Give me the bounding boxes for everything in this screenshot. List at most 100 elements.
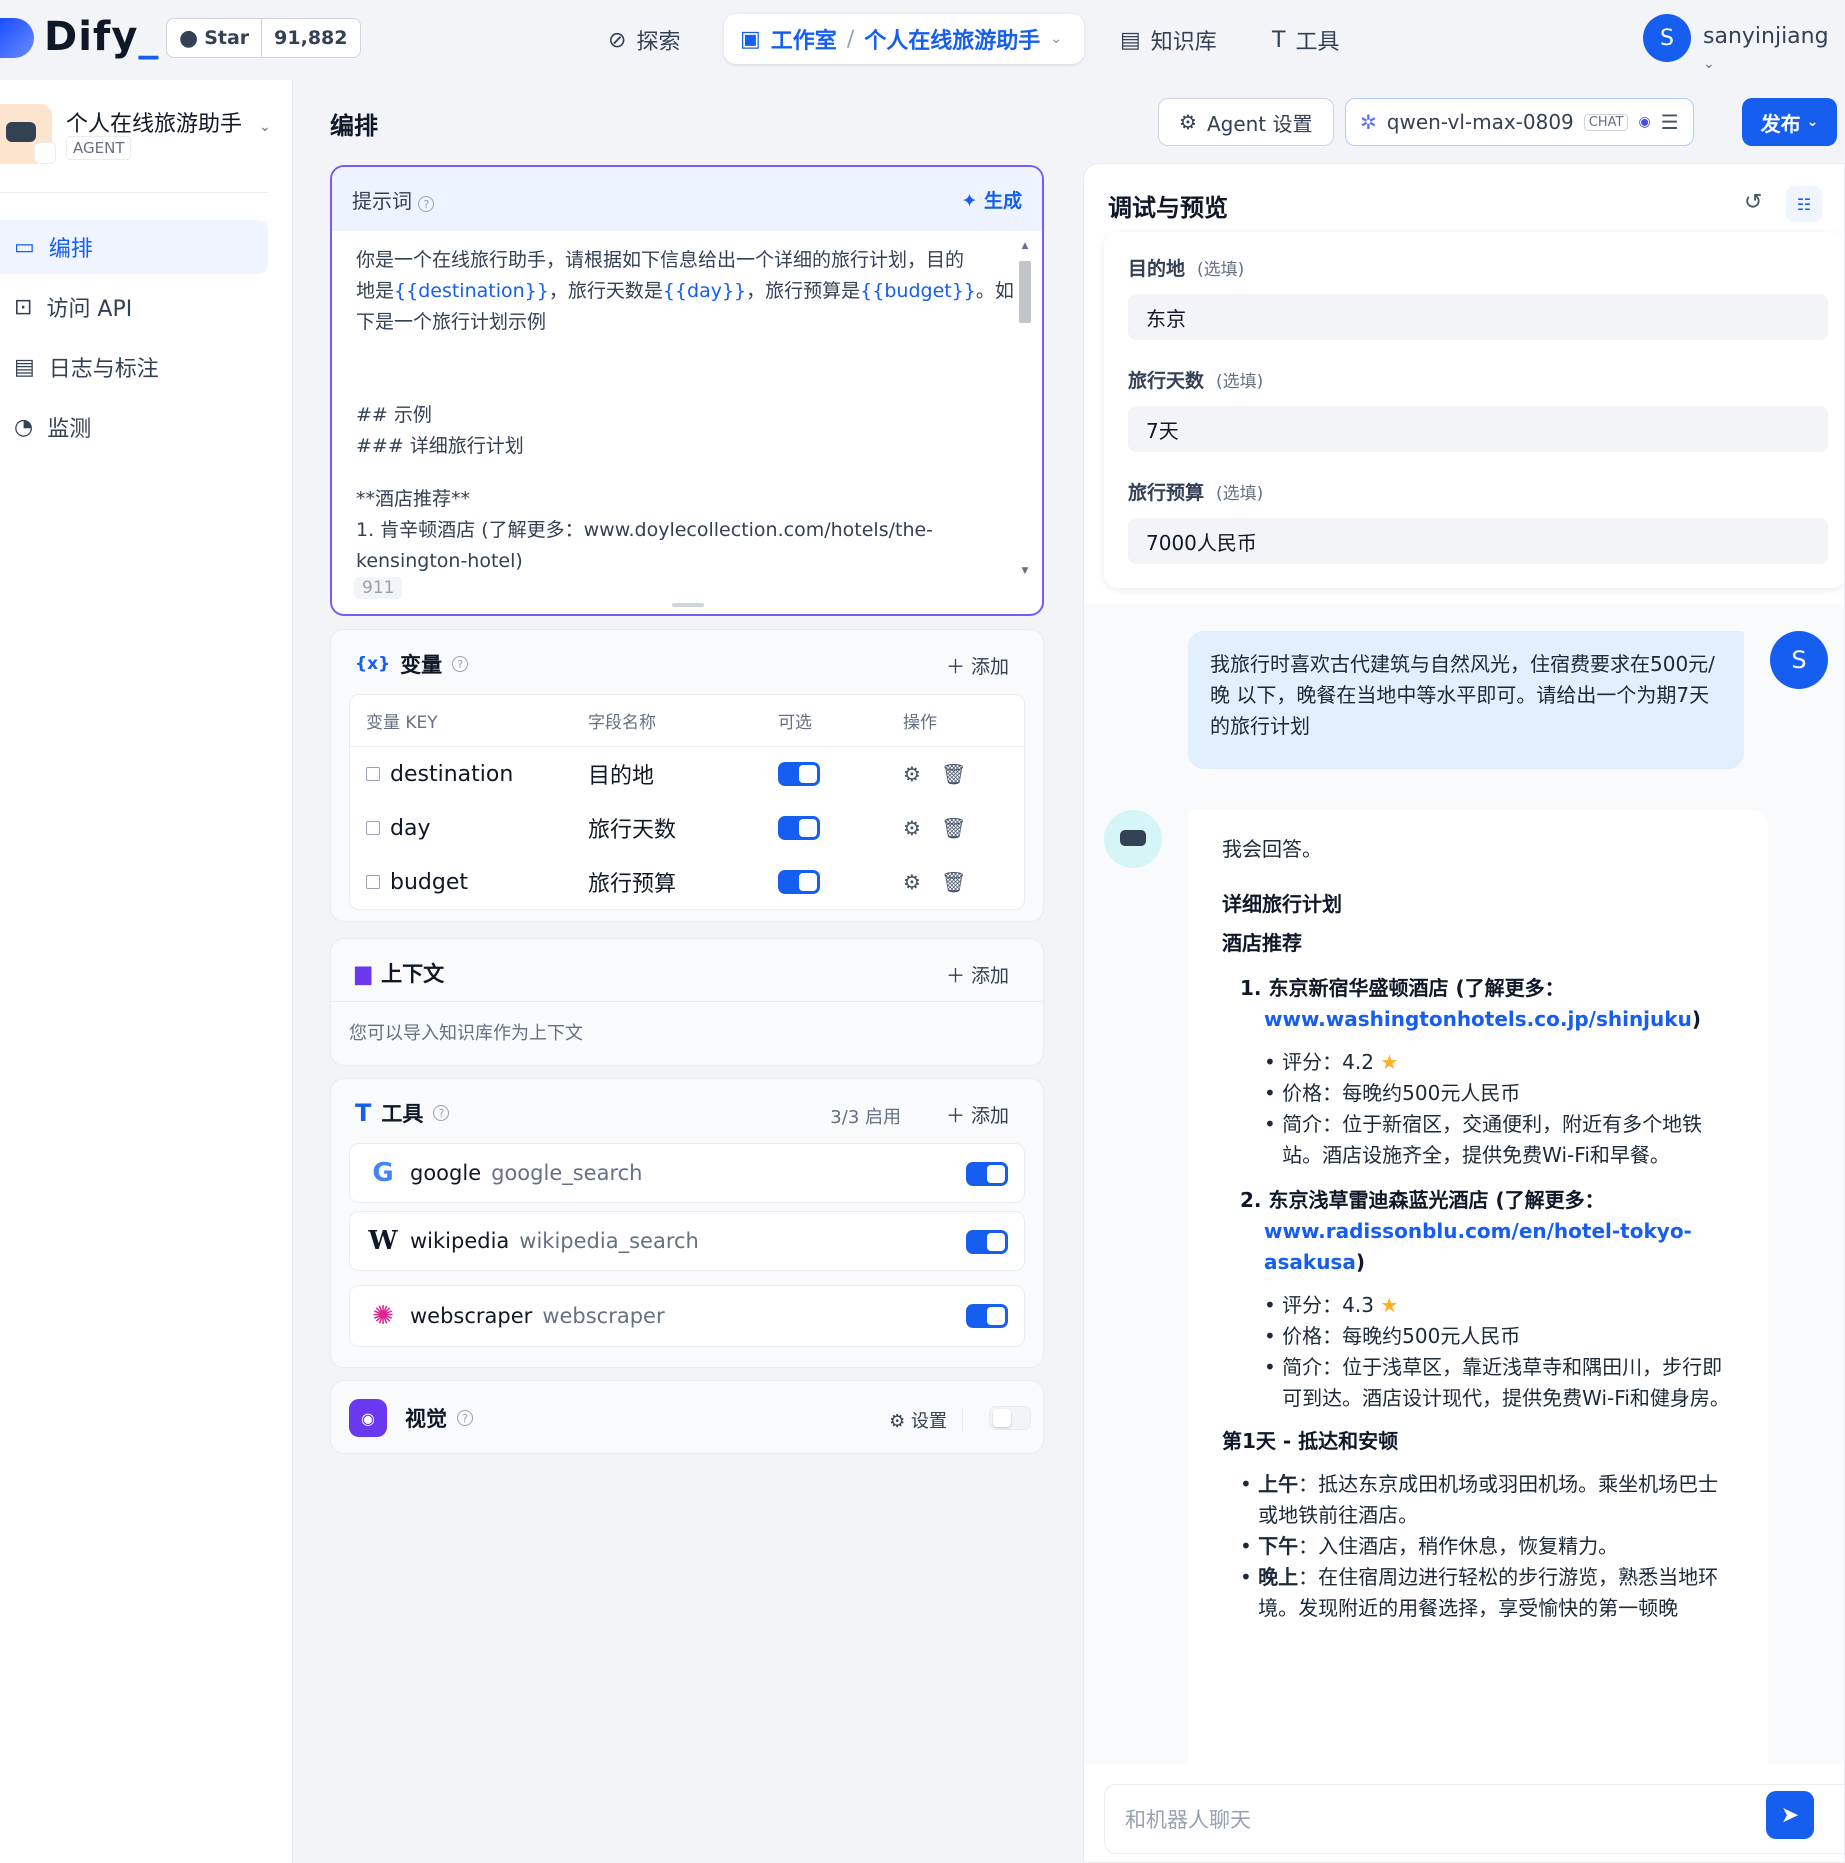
generate-button[interactable]: ✦ 生成 (961, 186, 1022, 213)
variable-token: {{budget}} (860, 280, 976, 302)
budget-input[interactable]: 7000人民币 (1128, 518, 1828, 564)
prompt-char-count: 911 (354, 577, 403, 599)
publish-button[interactable]: 发布 ⌄ (1742, 98, 1837, 146)
nav-knowledge[interactable]: ▤ 知识库 (1120, 20, 1217, 60)
model-selector[interactable]: ✲ qwen-vl-max-0809 CHAT ◉ ☰ (1345, 98, 1694, 146)
variable-icon: {x} (355, 654, 391, 674)
resize-handle[interactable] (672, 603, 704, 607)
variables-table: 变量 KEY 字段名称 可选 操作 destination 目的地 ⚙ 🗑 day… (349, 694, 1025, 910)
github-star-button[interactable]: ● Star 91,882 (166, 18, 361, 58)
debug-preview-panel: 调试与预览 ↺ ☷ 目的地 (选填) 东京 旅行天数 (选填) 7天 旅行预算 (选填… (1083, 163, 1845, 1863)
tool-toggle[interactable] (966, 1230, 1008, 1254)
tools-enabled-count: 3/3 启用 (830, 1107, 901, 1128)
prompt-label: 提示词 (352, 188, 412, 213)
field-label: 旅行预算 (选填) (1128, 482, 1264, 504)
hotel-link[interactable]: www.radissonblu.com/en/hotel-tokyo-asaku… (1264, 1219, 1692, 1274)
sidebar-item-logs[interactable]: ▤ 日志与标注 (0, 340, 268, 394)
tool-item-google[interactable]: G google google_search (349, 1143, 1025, 1203)
app-robot-icon (0, 104, 56, 164)
hotel-link[interactable]: www.washingtonhotels.co.jp/shinjuku (1264, 1007, 1692, 1031)
document-icon: ▆ (355, 961, 372, 985)
user-avatar[interactable]: S (1643, 14, 1691, 62)
nav-tools[interactable]: T 工具 (1272, 20, 1339, 60)
breadcrumb-app[interactable]: 个人在线旅游助手 (864, 23, 1040, 55)
optional-toggle[interactable] (778, 870, 820, 894)
tools-card: T 工具 ? 3/3 启用 ＋ 添加 G google google_searc… (330, 1078, 1044, 1368)
tool-toggle[interactable] (966, 1162, 1008, 1186)
help-icon[interactable]: ? (457, 1410, 473, 1426)
input-variables-card: 目的地 (选填) 东京 旅行天数 (选填) 7天 旅行预算 (选填) 7000人民币 (1104, 232, 1844, 588)
add-context-button[interactable]: ＋ 添加 (946, 961, 1009, 988)
refresh-icon[interactable]: ↺ (1744, 190, 1762, 215)
sidebar-item-monitor[interactable]: ◔ 监测 (0, 400, 268, 454)
hammer-icon: T (355, 1099, 372, 1127)
prompt-text[interactable]: 你是一个在线旅行助手，请根据如下信息给出一个详细的旅行计划，目的 地是{{des… (332, 231, 1042, 576)
divider (962, 1407, 963, 1431)
compass-icon: ⊘ (608, 27, 627, 53)
tool-toggle[interactable] (966, 1304, 1008, 1328)
agent-settings-button[interactable]: ⚙ Agent 设置 (1158, 98, 1334, 146)
app-name[interactable]: 个人在线旅游助手 ⌄ (66, 106, 271, 138)
chat-area: 我旅行时喜欢古代建筑与自然风光，住宿费要求在500元/晚 以下，晚餐在当地中等水… (1084, 604, 1844, 1790)
sparkle-icon: ✦ (961, 189, 978, 212)
variables-panel-icon[interactable]: ☷ (1786, 186, 1822, 222)
prompt-editor[interactable]: 提示词 ? ✦ 生成 你是一个在线旅行助手，请根据如下信息给出一个详细的旅行计划… (330, 165, 1044, 616)
text-field-icon (366, 821, 380, 835)
tools-header: T 工具 ? 3/3 启用 ＋ 添加 (355, 1099, 1009, 1128)
trash-icon[interactable]: 🗑 (941, 762, 966, 786)
star-label: Star (204, 27, 250, 49)
context-header: ▆ 上下文 ＋ 添加 (355, 961, 1009, 988)
gear-icon[interactable]: ⚙ (903, 762, 921, 786)
book-icon: ▤ (1120, 27, 1141, 53)
gear-icon: ⚙ (889, 1411, 906, 1432)
trash-icon[interactable]: 🗑 (941, 816, 966, 840)
scroll-thumb[interactable] (1019, 261, 1031, 323)
text-field-icon (366, 875, 380, 889)
help-icon[interactable]: ? (452, 656, 469, 672)
sliders-icon[interactable]: ☰ (1661, 110, 1679, 134)
vision-settings-button[interactable]: ⚙ 设置 (889, 1407, 947, 1433)
prompt-scrollbar[interactable]: ▲ ▼ (1016, 241, 1034, 576)
tool-item-webscraper[interactable]: ✺ webscraper webscraper (349, 1285, 1025, 1347)
robot-icon: ▣ (740, 26, 761, 52)
scroll-down-icon[interactable]: ▼ (1016, 566, 1034, 576)
file-list-icon: ▤ (14, 354, 35, 380)
trash-icon[interactable]: 🗑 (941, 870, 966, 894)
scroll-up-icon[interactable]: ▲ (1016, 241, 1034, 251)
variables-header: {x} 变量 ? ＋ 添加 (355, 652, 1009, 679)
sidebar-divider (0, 192, 268, 193)
variable-token: {{destination}} (394, 280, 549, 302)
github-icon: ● (179, 25, 199, 51)
nav-studio[interactable]: ▣ 工作室 / 个人在线旅游助手 ⌄ (724, 14, 1084, 64)
user-name[interactable]: sanyinjiang ⌄ (1703, 24, 1845, 74)
dashboard-icon: ◔ (14, 414, 34, 440)
field-label: 目的地 (选填) (1128, 258, 1245, 280)
chat-input[interactable]: 和机器人聊天 (1104, 1784, 1844, 1854)
optional-toggle[interactable] (778, 816, 820, 840)
wikipedia-icon: W (368, 1226, 398, 1256)
vision-card: ◉ 视觉 ? ⚙ 设置 (330, 1380, 1044, 1454)
sidebar-item-orchestrate[interactable]: ▭ 编排 (0, 220, 268, 274)
add-tool-button[interactable]: ＋ 添加 (946, 1101, 1009, 1128)
gear-icon[interactable]: ⚙ (903, 816, 921, 840)
day-input[interactable]: 7天 (1128, 406, 1828, 452)
vision-toggle[interactable] (989, 1406, 1031, 1430)
optional-toggle[interactable] (778, 762, 820, 786)
dify-logo-text[interactable]: Dify_ (44, 14, 159, 60)
google-icon: G (372, 1158, 394, 1188)
table-row: day 旅行天数 ⚙ 🗑 (350, 801, 1024, 855)
help-icon[interactable]: ? (418, 196, 435, 212)
user-avatar: S (1770, 631, 1828, 689)
chevron-down-icon: ⌄ (1703, 56, 1715, 72)
help-icon[interactable]: ? (433, 1105, 450, 1121)
nav-explore[interactable]: ⊘ 探索 (608, 20, 680, 60)
variable-token: {{day}} (662, 280, 747, 302)
destination-input[interactable]: 东京 (1128, 294, 1828, 340)
table-header: 变量 KEY 字段名称 可选 操作 (350, 695, 1024, 747)
sidebar-item-api[interactable]: ⊡ 访问 API (0, 280, 268, 334)
gear-icon[interactable]: ⚙ (903, 870, 921, 894)
add-variable-button[interactable]: ＋ 添加 (946, 652, 1009, 679)
table-row: destination 目的地 ⚙ 🗑 (350, 747, 1024, 801)
send-button[interactable]: ➤ (1766, 1791, 1814, 1839)
tool-item-wikipedia[interactable]: W wikipedia wikipedia_search (349, 1211, 1025, 1271)
